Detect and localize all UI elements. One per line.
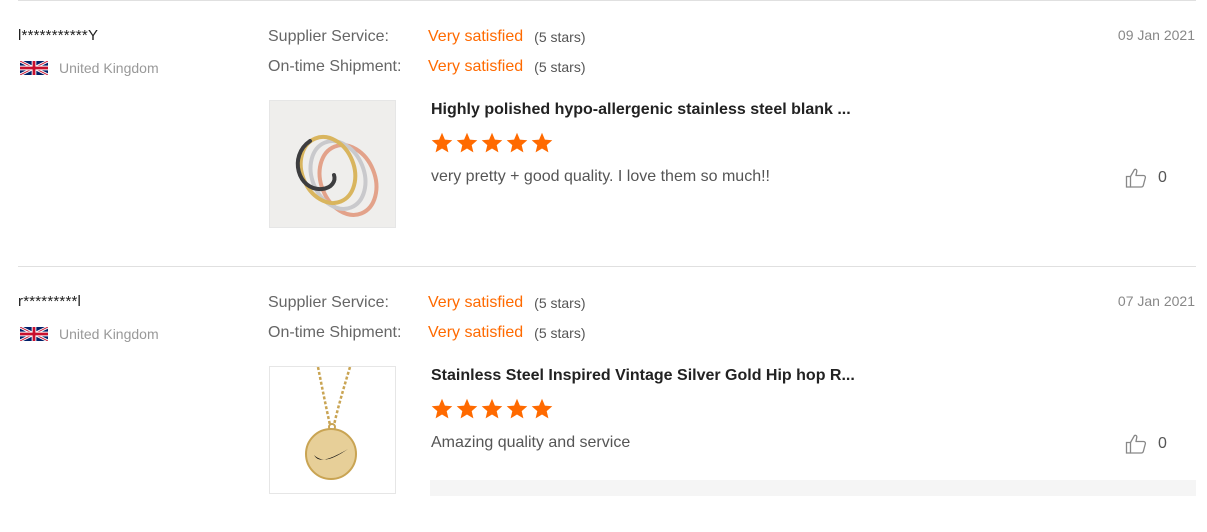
star-icon — [480, 131, 504, 155]
review-text: very pretty + good quality. I love them … — [431, 168, 770, 185]
product-rating-stars — [430, 397, 555, 421]
product-thumbnail[interactable] — [269, 366, 396, 494]
helpful-button[interactable]: 0 — [1124, 432, 1167, 456]
reviewer-country: United Kingdom — [20, 58, 159, 78]
supplier-service-label: Supplier Service: — [268, 28, 389, 45]
supplier-service-stars: (5 stars) — [534, 295, 586, 311]
review-date: 07 Jan 2021 — [1117, 293, 1195, 309]
ontime-shipment-row: On-time Shipment: Very satisfied (5 star… — [268, 57, 586, 77]
like-count: 0 — [1158, 435, 1167, 452]
product-thumbnail[interactable] — [269, 100, 396, 228]
star-icon — [455, 397, 479, 421]
review-item: l***********Y United Kingdom Supplier Se… — [0, 0, 1207, 266]
review-text: Amazing quality and service — [431, 434, 631, 451]
ontime-shipment-stars: (5 stars) — [534, 325, 586, 341]
supplier-service-row: Supplier Service: Very satisfied (5 star… — [268, 293, 586, 313]
country-name: United Kingdom — [59, 60, 159, 76]
country-name: United Kingdom — [59, 326, 159, 342]
ontime-shipment-row: On-time Shipment: Very satisfied (5 star… — [268, 323, 586, 343]
ontime-shipment-value: Very satisfied — [428, 58, 524, 75]
thumbs-up-icon[interactable] — [1124, 166, 1148, 190]
product-title-link[interactable]: Highly polished hypo-allergenic stainles… — [431, 101, 851, 119]
uk-flag-icon — [20, 58, 48, 78]
product-title-link[interactable]: Stainless Steel Inspired Vintage Silver … — [431, 367, 855, 385]
product-rating-stars — [430, 131, 555, 155]
star-icon — [505, 397, 529, 421]
star-icon — [530, 131, 554, 155]
star-icon — [505, 131, 529, 155]
reviewer-name: r*********l — [18, 293, 82, 310]
supplier-service-row: Supplier Service: Very satisfied (5 star… — [268, 27, 586, 47]
star-icon — [530, 397, 554, 421]
supplier-service-stars: (5 stars) — [534, 29, 586, 45]
supplier-service-label: Supplier Service: — [268, 294, 389, 311]
star-icon — [480, 397, 504, 421]
ontime-shipment-label: On-time Shipment: — [268, 324, 402, 341]
star-icon — [430, 397, 454, 421]
supplier-service-value: Very satisfied — [428, 294, 524, 311]
pendant-necklace-image — [270, 367, 395, 493]
helpful-button[interactable]: 0 — [1124, 166, 1167, 190]
supplier-reply-box — [430, 480, 1196, 496]
ontime-shipment-value: Very satisfied — [428, 324, 524, 341]
uk-flag-icon — [20, 324, 48, 344]
bangle-bracelets-image — [270, 101, 395, 227]
reviewer-country: United Kingdom — [20, 324, 159, 344]
reviewer-name: l***********Y — [18, 27, 99, 44]
like-count: 0 — [1158, 169, 1167, 186]
thumbs-up-icon[interactable] — [1124, 432, 1148, 456]
star-icon — [455, 131, 479, 155]
ontime-shipment-stars: (5 stars) — [534, 59, 586, 75]
star-icon — [430, 131, 454, 155]
review-date: 09 Jan 2021 — [1117, 27, 1195, 43]
supplier-service-value: Very satisfied — [428, 28, 524, 45]
ontime-shipment-label: On-time Shipment: — [268, 58, 402, 75]
